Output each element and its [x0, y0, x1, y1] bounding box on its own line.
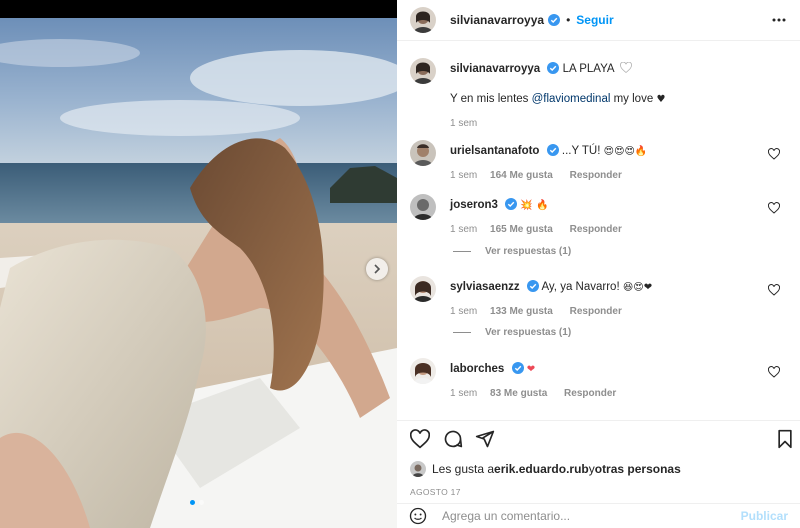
comment-time[interactable]: 1 sem: [450, 306, 477, 317]
comment-emojis: 😍😍😍🔥: [603, 146, 648, 157]
verified-icon: [526, 280, 539, 292]
verified-icon: [546, 144, 559, 156]
comment-likes[interactable]: 165 Me gusta: [490, 224, 553, 235]
caption-username[interactable]: silvianavarroyya: [450, 63, 540, 75]
share-icon[interactable]: [475, 429, 495, 449]
author-avatar[interactable]: [410, 7, 436, 33]
caption-body: silvianavarroyya LA PLAYA Y en mis lente…: [450, 61, 780, 132]
comment-text: ...Y TÚ!: [561, 145, 601, 157]
beach-photo-illustration: [0, 18, 397, 528]
comment-body: urielsantanafoto ...Y TÚ! 😍😍😍🔥 1 sem 164…: [450, 143, 780, 184]
comments-list: silvianavarroyya LA PLAYA Y en mis lente…: [397, 42, 800, 420]
heart-outline-icon: [620, 61, 633, 74]
reply-button[interactable]: Responder: [564, 388, 616, 399]
post-photo-pane: [0, 0, 397, 528]
add-comment-bar: Publicar: [397, 503, 800, 528]
view-replies-label: Ver respuestas (1): [485, 246, 572, 257]
post-date[interactable]: AGOSTO 17: [410, 487, 461, 497]
other-likers-link[interactable]: otras personas: [595, 462, 681, 476]
heart-icon[interactable]: [768, 366, 780, 378]
comment-username[interactable]: urielsantanafoto: [450, 145, 539, 157]
comment-body: sylviasaenzz Ay, ya Navarro! 😆😍❤ 1 sem 1…: [450, 279, 780, 320]
header-separator: •: [566, 13, 571, 27]
comment-emojis: 😆😍❤: [622, 282, 653, 293]
more-icon: [772, 18, 786, 22]
comment-likes[interactable]: 133 Me gusta: [490, 306, 553, 317]
comment-time[interactable]: 1 sem: [450, 388, 477, 399]
author-username[interactable]: silvianavarroyya: [450, 13, 544, 27]
reply-button[interactable]: Responder: [570, 170, 622, 181]
caption-mention[interactable]: @flaviomedinal: [532, 93, 611, 105]
comment-username[interactable]: laborches: [450, 363, 504, 375]
replies-divider: [453, 251, 471, 252]
comment-emojis: 💥 🔥: [520, 200, 549, 211]
comment-body: laborches ❤ 1 sem 83 Me gusta Responder: [450, 361, 780, 402]
carousel-dot: [199, 500, 204, 505]
verified-icon: [511, 362, 524, 374]
view-replies-label: Ver respuestas (1): [485, 327, 572, 338]
like-heart-icon[interactable]: [410, 429, 430, 449]
carousel-dot-active: [190, 500, 195, 505]
caption-text-after: my love: [610, 93, 654, 105]
heart-icon[interactable]: [768, 202, 780, 214]
verified-icon: [548, 14, 561, 26]
heart-icon[interactable]: [768, 284, 780, 296]
comment-username[interactable]: joseron3: [450, 199, 498, 211]
reply-button[interactable]: Responder: [570, 306, 622, 317]
caption-text: Y en mis lentes: [450, 93, 532, 105]
likes-summary: Les gusta a erik.eduardo.rub y otras per…: [410, 461, 681, 477]
likes-prefix: Les gusta a: [432, 462, 495, 476]
caption-avatar[interactable]: [410, 58, 436, 84]
comment-body: joseron3 💥 🔥 1 sem 165 Me gusta Responde…: [450, 197, 780, 238]
post-photo[interactable]: [0, 18, 397, 528]
post-details-panel: silvianavarroyya • Seguir silvianavarroy…: [397, 0, 800, 528]
post-action-bar: [397, 420, 800, 454]
heart-icon[interactable]: [768, 148, 780, 160]
emoji-icon[interactable]: [409, 507, 427, 525]
chevron-right-icon: [374, 264, 381, 274]
comment-avatar[interactable]: [410, 140, 436, 166]
liker-avatar[interactable]: [410, 461, 426, 477]
comment-avatar[interactable]: [410, 276, 436, 302]
black-heart-icon: ♥: [656, 94, 666, 105]
comment-time[interactable]: 1 sem: [450, 224, 477, 235]
verified-icon: [547, 62, 560, 74]
reply-button[interactable]: Responder: [570, 224, 622, 235]
bookmark-icon[interactable]: [775, 429, 795, 449]
view-replies-button[interactable]: Ver respuestas (1): [453, 327, 571, 338]
verified-icon: [505, 198, 518, 210]
comment-icon[interactable]: [443, 429, 463, 449]
comment-username[interactable]: sylviasaenzz: [450, 281, 520, 293]
caption-title: LA PLAYA: [562, 63, 614, 75]
view-replies-button[interactable]: Ver respuestas (1): [453, 246, 571, 257]
comment-emojis: ❤: [526, 364, 536, 375]
comment-avatar[interactable]: [410, 358, 436, 384]
publish-button[interactable]: Publicar: [741, 509, 788, 523]
comment-likes[interactable]: 164 Me gusta: [490, 170, 553, 181]
carousel-indicator: [190, 500, 204, 505]
carousel-next-button[interactable]: [366, 258, 388, 280]
comment-input[interactable]: [442, 509, 741, 523]
follow-button[interactable]: Seguir: [576, 13, 613, 27]
liker-username[interactable]: erik.eduardo.rub: [494, 462, 589, 476]
more-options-button[interactable]: [770, 11, 788, 29]
comment-text: Ay, ya Navarro!: [541, 281, 620, 293]
post-header: silvianavarroyya • Seguir: [397, 0, 800, 41]
replies-divider: [453, 332, 471, 333]
comment-likes[interactable]: 83 Me gusta: [490, 388, 547, 399]
comment-avatar[interactable]: [410, 194, 436, 220]
caption-time[interactable]: 1 sem: [450, 118, 477, 129]
comment-time[interactable]: 1 sem: [450, 170, 477, 181]
